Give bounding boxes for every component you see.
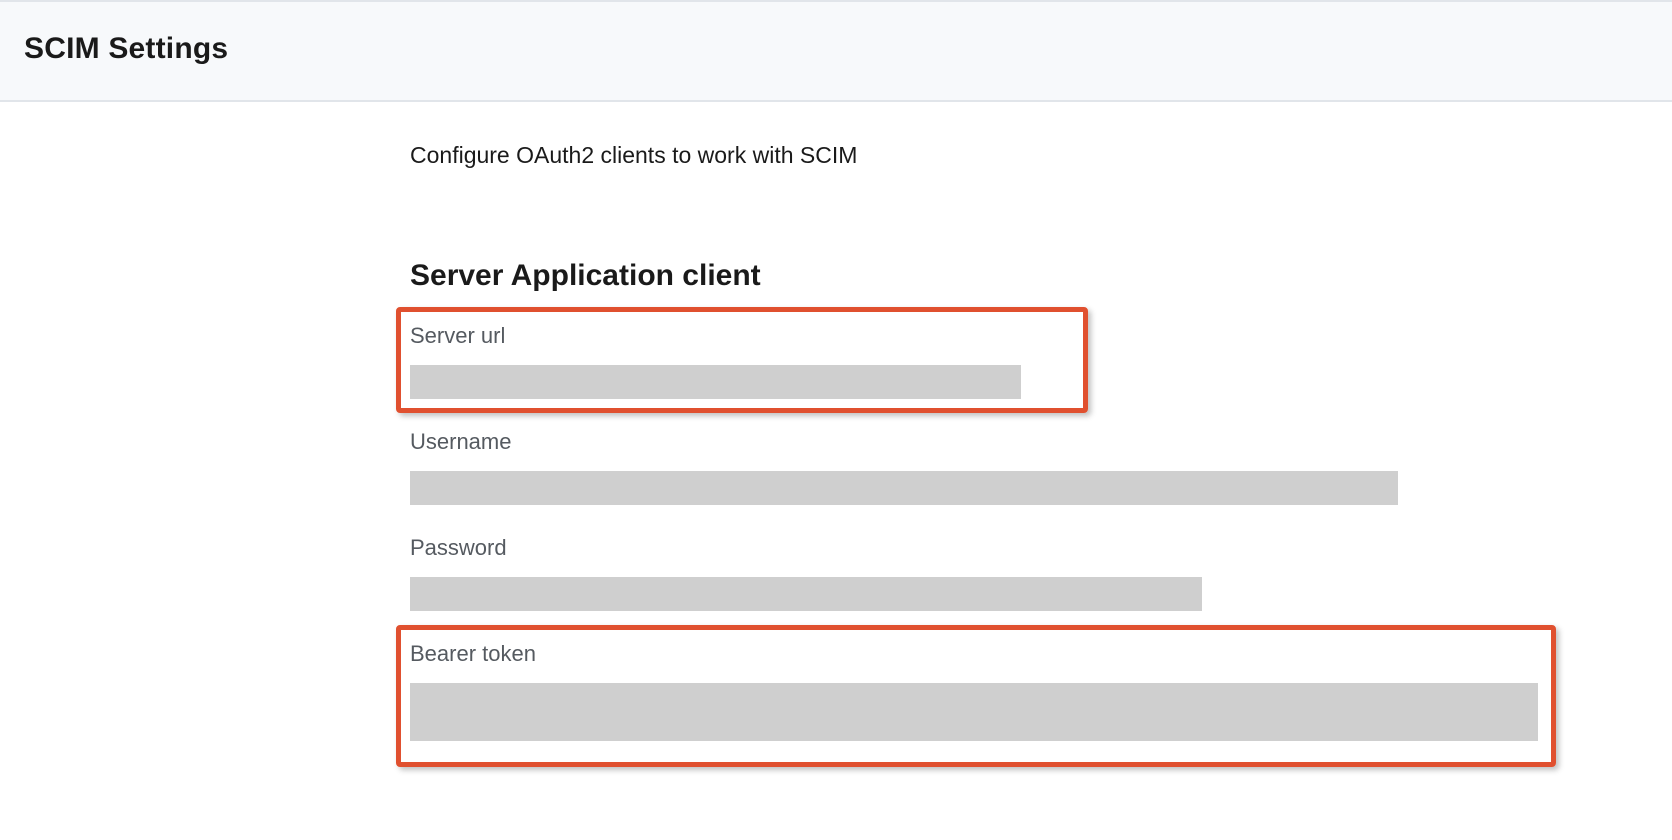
field-group-password: Password <box>410 535 1202 611</box>
server-url-label: Server url <box>410 323 1102 349</box>
main-content: Configure OAuth2 clients to work with SC… <box>0 102 1672 811</box>
section-heading: Server Application client <box>410 259 1672 293</box>
page-title: SCIM Settings <box>24 32 1648 66</box>
username-label: Username <box>410 429 1398 455</box>
field-group-bearer-token: Bearer token <box>410 641 1570 741</box>
page-subtitle: Configure OAuth2 clients to work with SC… <box>410 142 1672 169</box>
field-group-username: Username <box>410 429 1398 505</box>
bearer-token-input[interactable] <box>410 683 1538 741</box>
page-header: SCIM Settings <box>0 0 1672 102</box>
field-group-server-url: Server url <box>410 323 1102 399</box>
bearer-token-label: Bearer token <box>410 641 1570 667</box>
password-input[interactable] <box>410 577 1202 611</box>
server-url-input[interactable] <box>410 365 1021 399</box>
username-input[interactable] <box>410 471 1398 505</box>
password-label: Password <box>410 535 1202 561</box>
